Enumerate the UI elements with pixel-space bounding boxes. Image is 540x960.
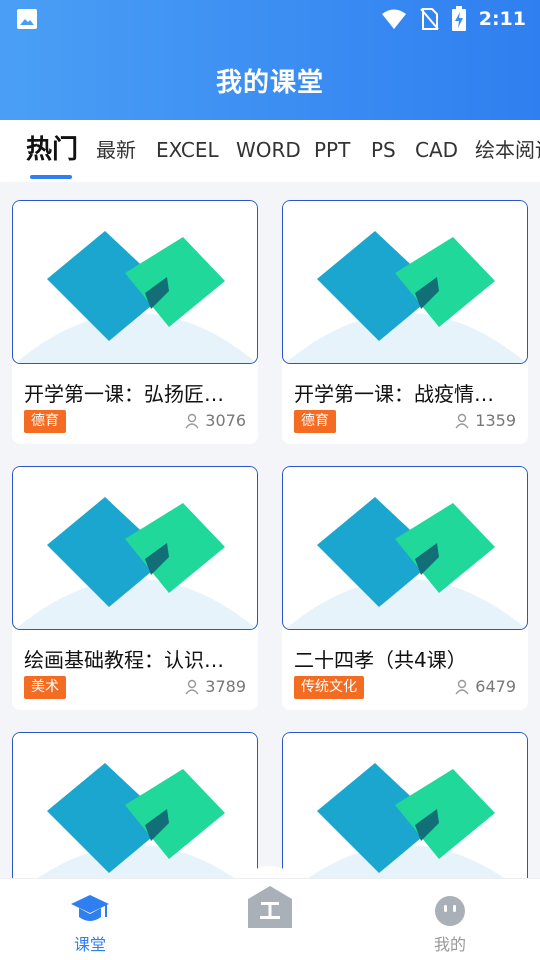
face-icon [435, 896, 465, 926]
course-grid: 开学第一课：弘扬匠… 德育 3076 开学第一课：战疫情… 德育 1359 绘画… [0, 182, 540, 878]
course-thumbnail [12, 466, 258, 630]
view-count: 1359 [455, 411, 516, 430]
course-card[interactable]: 二十四孝（共4课） 传统文化 6479 [282, 466, 528, 710]
course-card[interactable]: 绘画基础教程：认识… 美术 3789 [12, 466, 258, 710]
tab-excel[interactable]: EXCEL [156, 120, 219, 182]
page-title: 我的课堂 [215, 68, 324, 98]
nav-mine[interactable]: 我的 [390, 879, 510, 960]
course-title: 开学第一课：弘扬匠… [24, 382, 224, 406]
no-sim-icon [419, 8, 439, 30]
category-tag: 德育 [24, 410, 66, 433]
view-count-value: 3076 [205, 411, 246, 430]
course-thumbnail [282, 732, 528, 878]
view-count: 3789 [185, 677, 246, 696]
tab-ps[interactable]: PS [371, 120, 396, 182]
course-card[interactable]: 开学第一课：弘扬匠… 德育 3076 [12, 200, 258, 444]
nav-workshop[interactable] [210, 879, 330, 960]
view-count: 3076 [185, 411, 246, 430]
graduation-cap-icon [71, 895, 109, 921]
view-count-value: 1359 [475, 411, 516, 430]
category-tag: 德育 [294, 410, 336, 433]
tab-hot[interactable]: 热门 [26, 120, 78, 182]
category-tag: 美术 [24, 676, 66, 699]
course-thumbnail [282, 466, 528, 630]
image-notification-icon [17, 9, 37, 29]
course-thumbnail [282, 200, 528, 364]
app-header: 2:11 我的课堂 [0, 0, 540, 120]
workshop-icon [248, 886, 292, 928]
course-thumbnail [12, 200, 258, 364]
nav-mine-label: 我的 [433, 935, 466, 954]
category-tag: 传统文化 [294, 676, 364, 699]
active-tab-indicator [30, 175, 72, 179]
status-bar: 2:11 [0, 0, 540, 38]
view-count: 6479 [455, 677, 516, 696]
course-thumbnail [12, 732, 258, 878]
battery-charging-icon [451, 6, 466, 31]
category-tabs: 热门 最新 EXCEL WORD PPT PS CAD 绘本阅读 [0, 120, 540, 182]
course-title: 绘画基础教程：认识… [24, 648, 224, 672]
tab-word[interactable]: WORD [236, 120, 301, 182]
bottom-nav: 课堂 我的 [0, 878, 540, 960]
tab-latest[interactable]: 最新 [96, 120, 136, 182]
course-card[interactable]: 开学第一课：战疫情… 德育 1359 [282, 200, 528, 444]
person-icon [455, 413, 469, 428]
tab-ppt[interactable]: PPT [314, 120, 350, 182]
view-count-value: 3789 [205, 677, 246, 696]
nav-classroom[interactable]: 课堂 [30, 879, 150, 960]
course-title: 开学第一课：战疫情… [294, 382, 494, 406]
view-count-value: 6479 [475, 677, 516, 696]
wifi-icon [381, 9, 406, 29]
status-time: 2:11 [478, 8, 526, 30]
course-title: 二十四孝（共4课） [294, 648, 467, 672]
course-card[interactable] [282, 732, 528, 878]
nav-classroom-label: 课堂 [73, 935, 106, 954]
tab-picture-book[interactable]: 绘本阅读 [475, 120, 540, 182]
person-icon [185, 413, 199, 428]
person-icon [455, 679, 469, 694]
tab-cad[interactable]: CAD [415, 120, 458, 182]
course-card[interactable] [12, 732, 258, 878]
person-icon [185, 679, 199, 694]
